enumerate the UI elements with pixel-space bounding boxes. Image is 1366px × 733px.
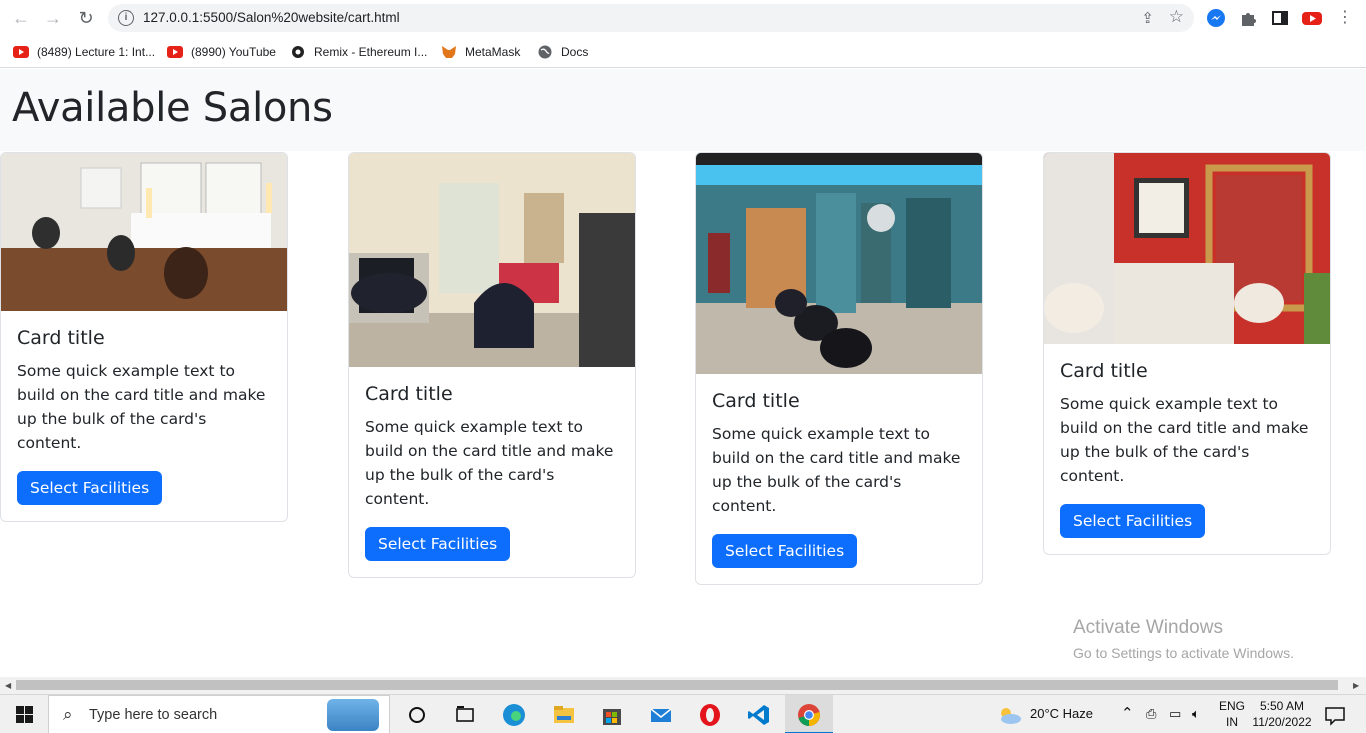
globe-icon (537, 44, 553, 60)
card-text: Some quick example text to build on the … (1060, 395, 1309, 485)
bookmark-remix[interactable]: Remix - Ethereum I... (290, 42, 427, 62)
bookmark-label: Docs (561, 45, 589, 59)
card-title: Card title (17, 327, 105, 349)
address-bar[interactable]: i 127.0.0.1:5500/Salon%20website/cart.ht… (108, 4, 1194, 32)
chrome-icon[interactable] (796, 702, 822, 728)
notifications-icon[interactable] (1322, 702, 1348, 728)
task-view-icon[interactable] (452, 702, 478, 728)
language-code: ENG (1219, 699, 1246, 713)
system-clock[interactable]: 5:50 AM 11/20/2022 (1251, 698, 1313, 730)
taskbar-search-box[interactable]: ⌕ Type here to search (48, 695, 390, 733)
share-icon[interactable]: ⇪ (1141, 9, 1154, 27)
search-highlight-icon[interactable] (327, 699, 379, 731)
show-hidden-icons-icon[interactable]: ⌃ (1121, 704, 1134, 722)
browser-menu-icon[interactable]: ⋮ (1333, 6, 1357, 30)
search-placeholder: Type here to search (89, 707, 218, 723)
scroll-left-icon[interactable]: ◀ (5, 681, 11, 690)
search-icon: ⌕ (63, 705, 73, 724)
clock-time: 5:50 AM (1259, 699, 1305, 713)
weather-text[interactable]: 20°C Haze (1030, 706, 1093, 721)
edge-browser-icon[interactable] (501, 702, 527, 728)
region-code: IN (1226, 715, 1238, 729)
watermark-subtitle: Go to Settings to activate Windows. (1073, 645, 1294, 661)
page-content: Available Salons Card title Some quick e… (0, 69, 1366, 677)
bookmark-label: MetaMask (465, 45, 521, 59)
youtube-icon (13, 46, 29, 58)
horizontal-scrollbar[interactable]: ◀ ▶ (0, 677, 1366, 694)
weather-haze-icon[interactable] (996, 702, 1022, 728)
metamask-fox-icon (441, 44, 457, 60)
bookmark-label: (8489) Lecture 1: Int... (37, 45, 156, 59)
clock-date: 11/20/2022 (1252, 715, 1312, 729)
windows-taskbar: ⌕ Type here to search 20°C Haze ⌃ ⎙ ▭ 🔈︎… (0, 694, 1366, 733)
back-arrow-icon[interactable]: ← (9, 6, 33, 30)
microsoft-store-icon[interactable] (599, 702, 625, 728)
youtube-icon (167, 46, 183, 58)
salon-card: Card title Some quick example text to bu… (348, 152, 636, 578)
salon-photo (1044, 153, 1330, 344)
bookmark-lecture[interactable]: (8489) Lecture 1: Int... (13, 42, 155, 62)
bookmark-star-icon[interactable]: ☆ (1169, 7, 1184, 27)
messenger-extension-icon[interactable] (1206, 8, 1226, 28)
extensions-puzzle-icon[interactable] (1238, 8, 1258, 28)
card-title: Card title (712, 390, 800, 412)
salon-card: Card title Some quick example text to bu… (0, 152, 288, 522)
reload-icon[interactable]: ↻ (74, 6, 98, 30)
windows-start-icon[interactable] (16, 706, 33, 723)
card-text: Some quick example text to build on the … (17, 362, 266, 452)
page-header: Available Salons (0, 69, 1366, 151)
mail-icon[interactable] (648, 702, 674, 728)
page-title: Available Salons (12, 85, 333, 131)
vscode-icon[interactable] (746, 702, 772, 728)
language-indicator[interactable]: ENG IN (1219, 698, 1245, 730)
watermark-title: Activate Windows (1073, 617, 1223, 638)
youtube-extension-icon[interactable] (1301, 8, 1323, 28)
file-explorer-icon[interactable] (551, 702, 577, 728)
bookmark-label: Remix - Ethereum I... (314, 45, 428, 59)
salon-card: Card title Some quick example text to bu… (695, 152, 983, 585)
card-text: Some quick example text to build on the … (712, 425, 961, 515)
scrollbar-thumb[interactable] (16, 680, 1338, 690)
cortana-icon[interactable] (404, 702, 430, 728)
activate-windows-watermark: Activate Windows Go to Settings to activ… (1073, 617, 1294, 661)
forward-arrow-icon[interactable]: → (41, 6, 65, 30)
battery-icon[interactable]: ▭ (1169, 706, 1181, 722)
scroll-right-icon[interactable]: ▶ (1353, 681, 1359, 690)
select-facilities-button[interactable]: Select Facilities (1060, 504, 1206, 538)
opera-browser-icon[interactable] (697, 702, 723, 728)
bookmarks-bar: (8489) Lecture 1: Int... (8990) YouTube … (0, 36, 1366, 68)
remix-icon (290, 44, 306, 60)
bookmark-youtube[interactable]: (8990) YouTube (167, 42, 276, 62)
url-text[interactable]: 127.0.0.1:5500/Salon%20website/cart.html (143, 10, 400, 25)
salon-photo (1, 153, 287, 311)
bookmark-metamask[interactable]: MetaMask (441, 42, 520, 62)
select-facilities-button[interactable]: Select Facilities (365, 527, 511, 561)
card-text: Some quick example text to build on the … (365, 418, 614, 508)
site-info-icon[interactable]: i (118, 10, 134, 26)
side-panel-icon[interactable] (1270, 8, 1290, 28)
bookmark-label: (8990) YouTube (191, 45, 276, 59)
card-title: Card title (1060, 360, 1148, 382)
select-facilities-button[interactable]: Select Facilities (17, 471, 163, 505)
salon-photo (696, 153, 982, 374)
meet-now-icon[interactable]: ⎙ (1146, 706, 1156, 722)
volume-icon[interactable]: 🔈︎ (1192, 706, 1200, 722)
browser-toolbar: ← → ↻ i 127.0.0.1:5500/Salon%20website/c… (0, 0, 1366, 36)
salon-card: Card title Some quick example text to bu… (1043, 152, 1331, 555)
select-facilities-button[interactable]: Select Facilities (712, 534, 858, 568)
card-title: Card title (365, 383, 453, 405)
salon-photo (349, 153, 635, 367)
bookmark-docs[interactable]: Docs (537, 42, 588, 62)
